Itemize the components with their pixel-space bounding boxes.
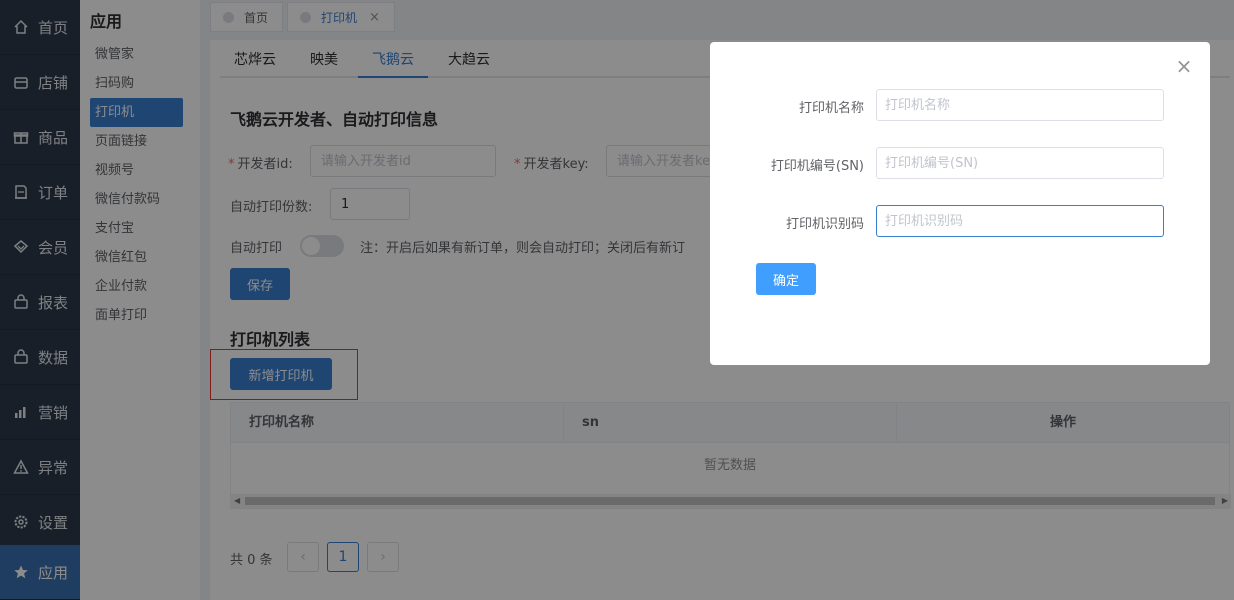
add-printer-dialog: × 打印机名称 打印机编号(SN) 打印机识别码 确定 <box>710 42 1210 365</box>
printer-sn-label: 打印机编号(SN) <box>770 159 864 174</box>
printer-key-input[interactable] <box>876 205 1164 237</box>
printer-name-input[interactable] <box>876 89 1164 121</box>
printer-sn-input[interactable] <box>876 147 1164 179</box>
close-icon[interactable]: × <box>1174 56 1194 76</box>
confirm-button[interactable]: 确定 <box>756 263 816 295</box>
printer-key-label: 打印机识别码 <box>785 217 864 232</box>
printer-name-label: 打印机名称 <box>798 101 864 116</box>
